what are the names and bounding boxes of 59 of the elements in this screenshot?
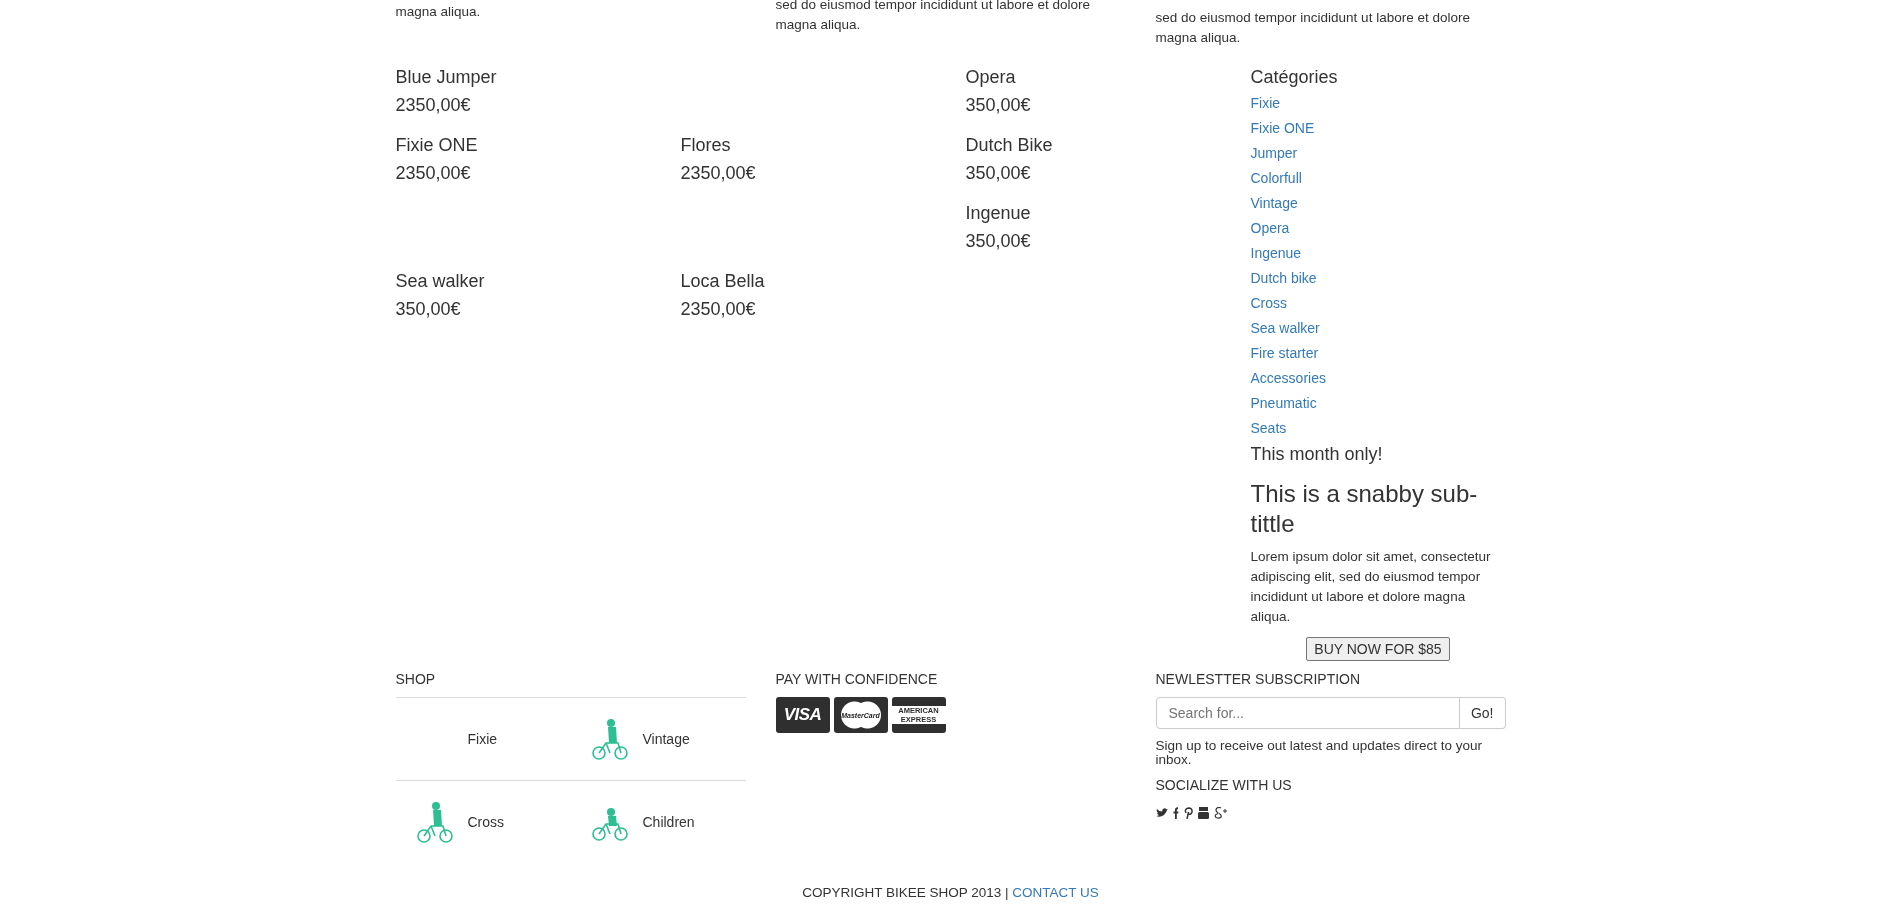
product-price: 2350,00€ — [680, 298, 756, 321]
category-link[interactable]: Cross — [1250, 291, 1288, 316]
lorem-text: magna aliqua. — [775, 15, 862, 34]
lorem-text: sed do eiusmod tempor incididunt ut labore et dolore — [775, 0, 1091, 14]
category-link[interactable]: Fire starter — [1250, 341, 1319, 366]
product-price: 350,00€ — [965, 94, 1031, 117]
shop-category-link[interactable]: Cross — [467, 814, 505, 830]
category-link[interactable]: Sea walker — [1250, 316, 1320, 341]
shop-heading: SHOP — [395, 670, 437, 689]
product-price: 2350,00€ — [680, 162, 756, 185]
shop-category-link[interactable]: Vintage — [642, 731, 690, 747]
lorem-text: magna aliqua. — [395, 3, 482, 21]
copyright-text: COPYRIGHT BIKEE SHOP 2013 | — [802, 885, 1009, 900]
promo-label: This month only! — [1250, 443, 1383, 466]
category-link[interactable]: Dutch bike — [1250, 266, 1317, 291]
lorem-text: sed do eiusmod tempor incididunt ut labore et dolore — [1155, 9, 1471, 27]
product-price: 350,00€ — [965, 162, 1031, 185]
youtube-icon[interactable] — [1197, 807, 1209, 819]
category-link[interactable]: Opera — [1250, 216, 1290, 241]
category-link[interactable]: Vintage — [1250, 191, 1298, 216]
product-name[interactable]: Opera — [965, 63, 1016, 91]
product-name[interactable]: Blue Jumper — [395, 63, 497, 91]
product-name[interactable]: Dutch Bike — [965, 131, 1053, 159]
category-link[interactable]: Ingenue — [1250, 241, 1302, 266]
categories-heading: Catégories — [1250, 66, 1338, 89]
facebook-icon[interactable] — [1172, 807, 1179, 819]
category-link[interactable]: Fixie ONE — [1250, 116, 1315, 141]
category-link[interactable]: Seats — [1250, 416, 1287, 441]
category-link[interactable]: Jumper — [1250, 141, 1298, 166]
go-button[interactable]: Go! — [1459, 697, 1506, 729]
product-name[interactable]: Loca Bella — [680, 267, 765, 295]
visa-card-logo: VISA — [775, 697, 830, 733]
buy-now-button[interactable]: BUY NOW FOR $85 — [1306, 637, 1450, 661]
product-name[interactable]: Fixie ONE — [395, 131, 478, 159]
product-price: 2350,00€ — [395, 94, 471, 117]
product-name[interactable]: Sea walker — [395, 267, 485, 295]
category-link[interactable]: Fixie — [1250, 91, 1281, 116]
category-link[interactable]: Accessories — [1250, 366, 1326, 391]
product-price: 2350,00€ — [395, 162, 471, 185]
payment-heading: PAY WITH CONFIDENCE — [775, 670, 939, 689]
category-link[interactable]: Colorfull — [1250, 166, 1302, 191]
newsletter-text: Sign up to receive out latest and updates direct to your inbox. — [1155, 739, 1483, 767]
product-price: 350,00€ — [965, 230, 1031, 253]
shop-category-link[interactable]: Children — [642, 814, 695, 830]
promo-title: This is a snabby sub-tittle — [1250, 479, 1479, 539]
newsletter-input-field[interactable]: Search for... — [1155, 697, 1460, 729]
newsletter-heading: NEWLESTTER SUBSCRIPTION — [1155, 670, 1362, 689]
twitter-icon[interactable] — [1155, 807, 1168, 819]
google-plus-icon[interactable] — [1213, 807, 1227, 819]
promo-text: Lorem ipsum dolor sit amet, consectetur adipiscing elit, sed do eiusmod tempor incididunt ut labore et dolore magna aliqua. — [1250, 548, 1492, 626]
shop-category-link[interactable]: Fixie — [467, 731, 498, 747]
lorem-text: magna aliqua. — [1155, 28, 1242, 47]
social-heading: SOCIALIZE WITH US — [1155, 776, 1293, 795]
category-link[interactable]: Pneumatic — [1250, 391, 1317, 416]
product-name[interactable]: Flores — [680, 131, 731, 159]
product-name[interactable]: Ingenue — [965, 199, 1031, 227]
product-price: 350,00€ — [395, 298, 461, 321]
pinterest-icon[interactable] — [1183, 807, 1193, 819]
contact-us-link[interactable]: CONTACT US — [1012, 885, 1099, 900]
